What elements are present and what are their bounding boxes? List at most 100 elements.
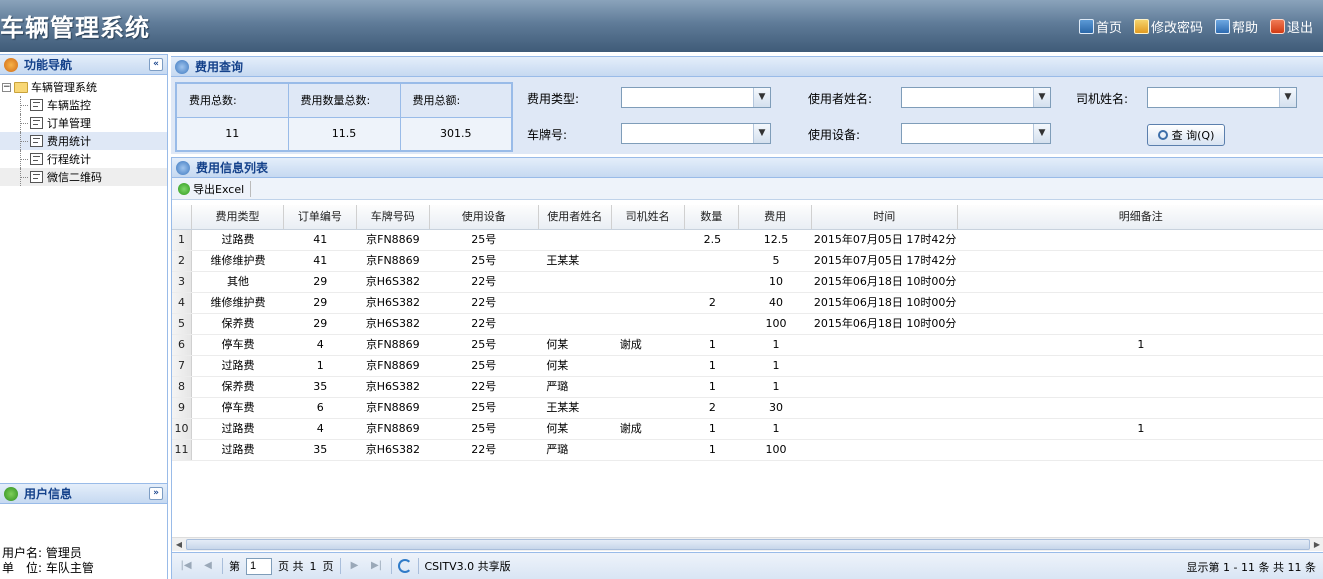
header-note[interactable]: 明细备注 <box>958 205 1323 229</box>
app-title: 车辆管理系统 <box>0 14 150 42</box>
cell-cost: 12.5 <box>763 233 789 246</box>
search-icon <box>1157 130 1168 140</box>
driver-name-label: 司机姓名: <box>1076 92 1129 106</box>
table-row[interactable]: 3 其他 29 京H6S382 22号 10 2015年06月18日 10时00分 <box>172 272 1323 293</box>
cell-note <box>958 440 1323 460</box>
cell-user-name: 何某 <box>546 338 569 351</box>
help-link[interactable]: 帮助 <box>1214 17 1258 36</box>
cell-plate: 京H6S382 <box>365 317 421 330</box>
header-quantity[interactable]: 数量 <box>685 205 740 229</box>
header-fee-type[interactable]: 费用类型 <box>192 205 285 229</box>
fee-type-select[interactable]: ▼ <box>621 87 771 108</box>
query-button[interactable]: 查 询(Q) <box>1147 124 1225 146</box>
chevron-down-icon[interactable]: ▼ <box>753 88 770 107</box>
first-page-icon[interactable]: |◀ <box>178 558 194 574</box>
device-select[interactable]: ▼ <box>901 123 1051 144</box>
header-user-name[interactable]: 使用者姓名 <box>539 205 612 229</box>
user-info: 用户名: 管理员 单 位: 车队主管 <box>0 504 167 576</box>
cell-cost: 1 <box>772 338 780 351</box>
cell-time <box>812 335 957 355</box>
cell-order-no: 35 <box>313 380 328 393</box>
cell-plate: 京H6S382 <box>365 275 421 288</box>
pager-separator <box>417 558 419 574</box>
expand-user-panel-button[interactable]: » <box>149 487 163 500</box>
table-row[interactable]: 5 保养费 29 京H6S382 22号 100 2015年06月18日 10时00分 <box>172 314 1323 335</box>
scrollbar-thumb[interactable] <box>186 539 1310 550</box>
home-link[interactable]: 首页 <box>1078 17 1122 36</box>
table-row[interactable]: 2 维修维护费 41 京FN8869 25号 王某某 5 2015年07月05日 17时42分 <box>172 251 1323 272</box>
plate-select[interactable]: ▼ <box>621 123 771 144</box>
gear-icon <box>176 160 190 175</box>
chevron-down-icon[interactable]: ▼ <box>753 124 770 143</box>
horizontal-scrollbar[interactable]: ◀ ▶ <box>172 537 1323 551</box>
version-text: CSITV3.0 共享版 <box>424 560 511 573</box>
document-icon <box>30 135 43 147</box>
page-prefix: 第 <box>229 560 240 573</box>
tree-item-wechat-qrcode[interactable]: 微信二维码 <box>0 168 167 186</box>
table-row[interactable]: 7 过路费 1 京FN8869 25号 何某 1 1 <box>172 356 1323 377</box>
scroll-right-icon[interactable]: ▶ <box>1311 539 1323 551</box>
chevron-down-icon[interactable]: ▼ <box>1033 88 1050 107</box>
cell-device: 22号 <box>471 443 497 456</box>
cell-user-name: 王某某 <box>546 254 580 267</box>
last-page-icon[interactable]: ▶| <box>369 558 385 574</box>
header-time[interactable]: 时间 <box>812 205 958 229</box>
cell-fee-type: 保养费 <box>221 317 255 330</box>
cell-cost: 1 <box>772 359 780 372</box>
scroll-left-icon[interactable]: ◀ <box>173 539 185 551</box>
tree-item-trip-statistics[interactable]: 行程统计 <box>0 150 167 168</box>
tree-item-vehicle-monitor[interactable]: 车辆监控 <box>0 96 167 114</box>
chevron-down-icon[interactable]: ▼ <box>1279 88 1296 107</box>
collapse-toggle-icon[interactable]: − <box>2 82 11 92</box>
export-icon <box>178 182 190 195</box>
header-device[interactable]: 使用设备 <box>430 205 539 229</box>
change-password-link[interactable]: 修改密码 <box>1133 17 1203 36</box>
nav-tree: − 车辆管理系统 车辆监控 订单管理 费用统计 行程统计 微信二维码 <box>0 75 167 186</box>
export-excel-button[interactable]: 导出Excel <box>178 180 252 197</box>
table-row[interactable]: 6 停车费 4 京FN8869 25号 何某 谢成 1 1 1 <box>172 335 1323 356</box>
user-name-select[interactable]: ▼ <box>901 87 1051 108</box>
chevron-down-icon[interactable]: ▼ <box>1033 124 1050 143</box>
tree-item-order-management[interactable]: 订单管理 <box>0 114 167 132</box>
cell-quantity: 1 <box>708 443 716 456</box>
row-number: 10 <box>172 419 193 439</box>
user-info-panel: 用户信息 » 用户名: 管理员 单 位: 车队主管 <box>0 483 167 576</box>
query-button-label: 查 询(Q) <box>1171 129 1215 142</box>
table-row[interactable]: 11 过路费 35 京H6S382 22号 严璐 1 100 <box>172 440 1323 461</box>
table-row[interactable]: 9 停车费 6 京FN8869 25号 王某某 2 30 <box>172 398 1323 419</box>
query-panel-title: 费用查询 <box>195 60 244 74</box>
collapse-sidebar-button[interactable]: « <box>149 58 163 71</box>
fee-amount-value: 301.5 <box>399 116 513 152</box>
table-row[interactable]: 4 维修维护费 29 京H6S382 22号 2 40 2015年06月18日 10时00分 <box>172 293 1323 314</box>
cell-fee-type: 停车费 <box>221 401 255 414</box>
driver-name-select[interactable]: ▼ <box>1147 87 1297 108</box>
next-page-icon[interactable]: ▶ <box>347 558 363 574</box>
table-row[interactable]: 1 过路费 41 京FN8869 25号 2.5 12.5 2015年07月05日 17时42… <box>172 230 1323 251</box>
header-plate[interactable]: 车牌号码 <box>357 205 430 229</box>
query-panel-header: 费用查询 <box>171 56 1323 77</box>
cell-time: 2015年07月05日 17时42分 <box>813 254 957 267</box>
cell-plate: 京H6S382 <box>365 380 421 393</box>
cell-driver-name <box>612 251 685 271</box>
header-order-no[interactable]: 订单编号 <box>284 205 357 229</box>
tree-item-fee-statistics[interactable]: 费用统计 <box>0 132 167 150</box>
header-driver-name[interactable]: 司机姓名 <box>612 205 685 229</box>
pager-separator <box>339 558 341 574</box>
table-row[interactable]: 8 保养费 35 京H6S382 22号 严璐 1 1 <box>172 377 1323 398</box>
cell-order-no: 4 <box>316 422 324 435</box>
cell-quantity <box>685 314 740 334</box>
logout-link[interactable]: 退出 <box>1269 17 1313 36</box>
cell-quantity: 2 <box>708 296 716 309</box>
cell-order-no: 4 <box>316 338 324 351</box>
cell-quantity <box>685 272 740 292</box>
refresh-icon[interactable] <box>397 559 412 573</box>
page-number-input[interactable] <box>246 557 272 575</box>
prev-page-icon[interactable]: ◀ <box>200 558 216 574</box>
fee-amount-label: 费用总额: <box>399 82 513 118</box>
cell-cost: 100 <box>765 443 787 456</box>
table-row[interactable]: 10 过路费 4 京FN8869 25号 何某 谢成 1 1 1 <box>172 419 1323 440</box>
cell-note <box>958 398 1323 418</box>
header-cost[interactable]: 费用 <box>739 205 812 229</box>
cell-user-name <box>538 230 611 250</box>
tree-root[interactable]: − 车辆管理系统 <box>0 78 167 96</box>
